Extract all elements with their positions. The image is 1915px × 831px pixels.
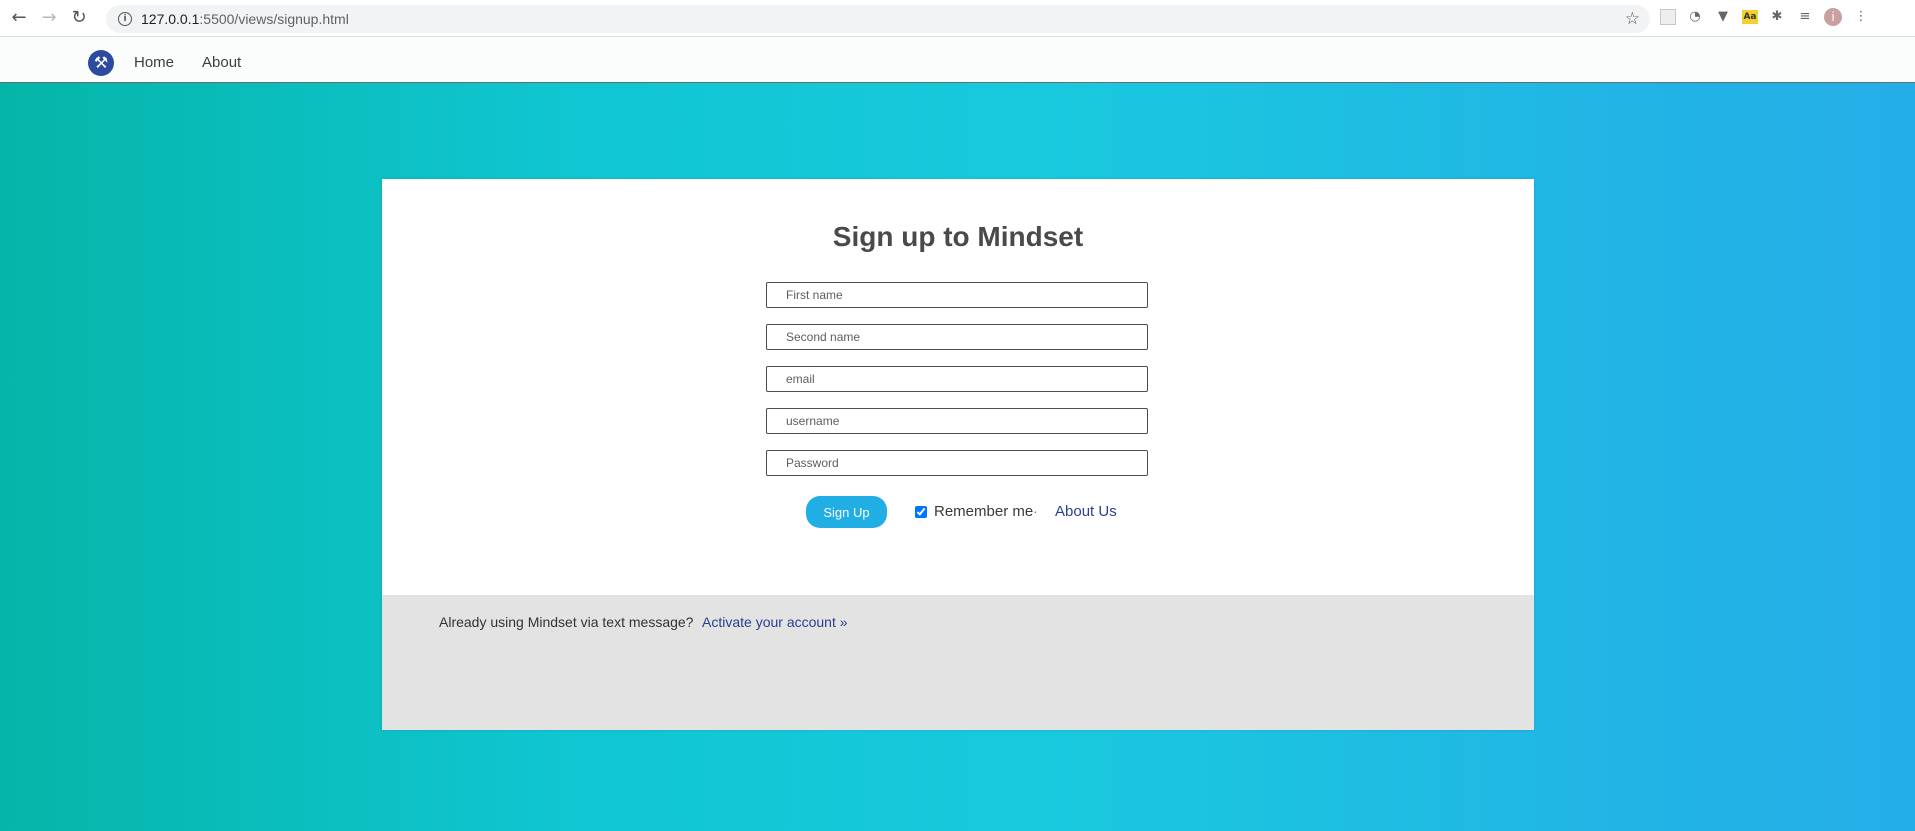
extension-icon-1[interactable] <box>1660 9 1676 25</box>
extension-tray: ◔ ▼ Aa ✱ ≡ i ⋮ <box>1660 8 1870 26</box>
browser-menu-icon[interactable]: ⋮ <box>1852 8 1870 26</box>
second-name-field[interactable] <box>766 324 1148 350</box>
activate-account-link[interactable]: Activate your account » <box>702 614 848 630</box>
extension-icon-2[interactable]: ◔ <box>1686 8 1704 26</box>
about-us-link[interactable]: About Us <box>1055 503 1117 520</box>
nav-link-home[interactable]: Home <box>134 54 174 71</box>
url-host: 127.0.0.1 <box>141 11 200 27</box>
reading-list-icon[interactable]: ≡ <box>1796 8 1814 26</box>
puzzle-extensions-icon[interactable]: ✱ <box>1768 8 1786 26</box>
separator-dot: · <box>1033 503 1038 519</box>
back-icon[interactable]: ← <box>8 7 30 29</box>
url-text[interactable]: 127.0.0.1:5500/views/signup.html <box>141 11 349 27</box>
browser-toolbar: ← → ↻ i 127.0.0.1:5500/views/signup.html… <box>0 0 1915 37</box>
remember-me[interactable]: Remember me <box>915 503 1033 520</box>
reload-icon[interactable]: ↻ <box>68 7 90 29</box>
bookmark-star-icon[interactable]: ☆ <box>1625 9 1640 29</box>
url-path: :5500/views/signup.html <box>199 11 349 27</box>
site-info-icon[interactable]: i <box>118 12 132 26</box>
site-navbar: ⚒ Home About <box>0 37 1915 83</box>
sign-up-button[interactable]: Sign Up <box>806 496 887 528</box>
address-bar[interactable]: i 127.0.0.1:5500/views/signup.html ☆ <box>106 5 1650 33</box>
card-footer: Already using Mindset via text message? … <box>382 595 1534 730</box>
signup-card: Sign up to Mindset Sign Up Remember me ·… <box>382 179 1534 730</box>
username-field[interactable] <box>766 408 1148 434</box>
remember-me-checkbox[interactable] <box>915 505 927 518</box>
mindset-logo-icon[interactable]: ⚒ <box>88 50 114 76</box>
footer-text: Already using Mindset via text message? <box>439 614 694 630</box>
extension-icon-3[interactable]: ▼ <box>1714 8 1732 26</box>
dictionary-extension-icon[interactable]: Aa <box>1742 10 1758 24</box>
nav-link-about[interactable]: About <box>202 54 241 71</box>
email-field[interactable] <box>766 366 1148 392</box>
page-title: Sign up to Mindset <box>832 221 1084 252</box>
profile-avatar-icon[interactable]: i <box>1824 8 1842 26</box>
first-name-field[interactable] <box>766 282 1148 308</box>
password-field[interactable] <box>766 450 1148 476</box>
remember-me-label: Remember me <box>934 503 1034 520</box>
forward-icon[interactable]: → <box>38 7 60 29</box>
